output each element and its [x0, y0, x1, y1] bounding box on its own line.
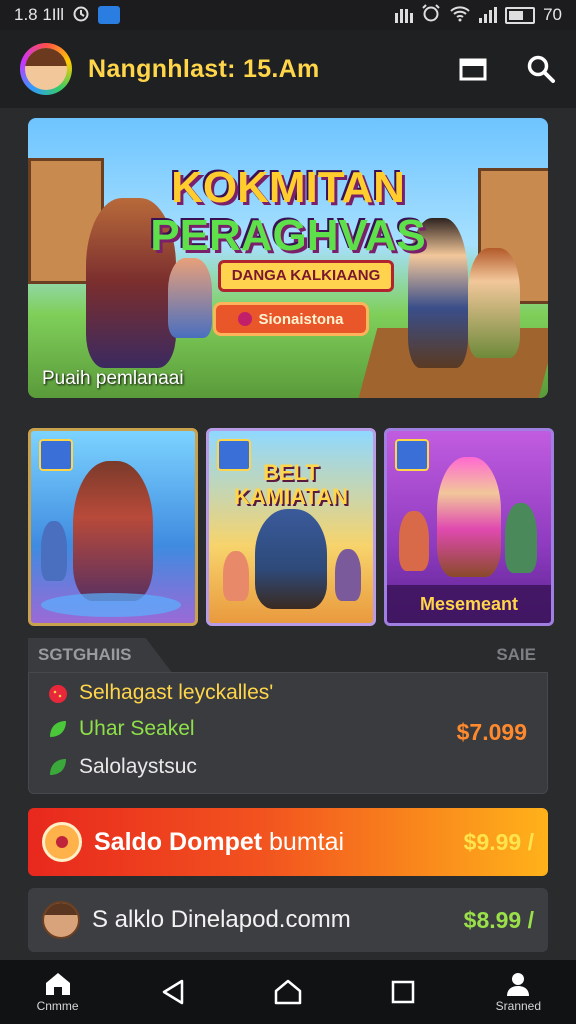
- wallet-label: Saldo Dompet bumtai: [94, 828, 344, 857]
- status-bar-right: 70: [395, 3, 562, 27]
- nav-profile[interactable]: Sranned: [473, 971, 563, 1013]
- header-actions: [458, 54, 556, 84]
- nav-recents-button[interactable]: [358, 979, 448, 1005]
- app-header: Nangnhlast: 15.Am: [0, 30, 576, 108]
- list-item-label: Selhagast leyckalles': [79, 681, 274, 704]
- leaf-icon: [50, 721, 66, 737]
- nav-home[interactable]: Cnmme: [13, 971, 103, 1013]
- battery-percent: 70: [543, 5, 562, 24]
- viking-warrior-illustration: [255, 509, 327, 609]
- gem-icon: [238, 312, 253, 326]
- strawberry-icon: [49, 685, 67, 703]
- card-badge-icon: [39, 439, 73, 471]
- hero-title-line1: KOKMITAN: [171, 163, 405, 212]
- battery-icon: [505, 6, 536, 24]
- status-bar-left: 1.8 1Ill: [14, 4, 121, 27]
- wifi-icon: [449, 4, 471, 27]
- wallet-price: $9.99 /: [463, 828, 534, 855]
- search-icon: [527, 55, 555, 83]
- wallet-balance-primary[interactable]: Saldo Dompet bumtai $9.99 /: [28, 808, 548, 876]
- folder-icon: [459, 58, 487, 81]
- card-label: Mesemeant: [387, 585, 551, 623]
- leaf-icon: [50, 759, 66, 775]
- wallet-secondary-label: S alklo Dinelapod.comm: [92, 906, 351, 933]
- home-icon: [45, 973, 70, 995]
- profile-avatar[interactable]: [20, 43, 72, 95]
- wallet-label-bold: Saldo Dompet: [94, 827, 263, 856]
- villager-character-illustration: [335, 549, 361, 601]
- hero-caption: Puaih pemlanaai: [42, 368, 184, 389]
- armored-knight-illustration: [73, 461, 153, 601]
- list-item-label: Uhar Seakel: [79, 717, 195, 740]
- hero-subtitle-banner: DANGA KALKIAANG: [218, 260, 394, 292]
- page-title: Nangnhlast: 15.Am: [88, 54, 320, 83]
- offers-list: Selhagast leyckalles' Uhar Seakel Salola…: [28, 672, 548, 794]
- recents-square-icon: [391, 980, 415, 1004]
- game-card-3[interactable]: Mesemeant: [384, 428, 554, 626]
- search-button[interactable]: [526, 54, 556, 84]
- profile-icon: [507, 973, 530, 996]
- coin-icon: [42, 822, 82, 862]
- app-notification-icon: [98, 6, 121, 24]
- game-card-2[interactable]: BELT KAMIATAN: [206, 428, 376, 626]
- background-character-illustration: [41, 521, 67, 581]
- status-bar: 1.8 1Ill 70: [0, 0, 576, 30]
- wallet-secondary-price: $8.99 /: [463, 906, 534, 933]
- card-headline: BELT KAMIATAN: [233, 460, 349, 509]
- character-avatar-icon: [42, 901, 80, 939]
- companion-character-illustration: [468, 248, 520, 358]
- hero-cta-label: Sionaistona: [258, 310, 344, 328]
- wallet-label-rest: bumtai: [269, 827, 345, 856]
- avatar-face: [25, 48, 67, 90]
- list-item[interactable]: Selhagast leyckalles': [47, 681, 273, 705]
- alarm-icon: [72, 4, 90, 27]
- section-right-label[interactable]: SAIE: [496, 645, 548, 665]
- list-item-label: Salolaystsuc: [79, 755, 197, 778]
- hero-banner[interactable]: KOKMITAN PERAGHVAS DANGA KALKIAANG Siona…: [28, 118, 548, 398]
- list-item[interactable]: Uhar Seakel: [47, 717, 195, 741]
- hero-cta-button[interactable]: Sionaistona: [213, 302, 369, 336]
- home-outline-icon: [274, 979, 302, 1005]
- folder-button[interactable]: [458, 54, 488, 84]
- nav-home-label: Cnmme: [36, 999, 79, 1013]
- small-hero-character-illustration: [168, 258, 212, 338]
- wallet-balance-secondary[interactable]: S alklo Dinelapod.comm $8.99 /: [28, 888, 548, 952]
- list-item[interactable]: Salolaystsuc: [47, 755, 197, 779]
- vibrate-icon: [395, 7, 414, 23]
- game-card-1[interactable]: [28, 428, 198, 626]
- child-character-illustration: [223, 551, 249, 601]
- side-character-right-illustration: [505, 503, 537, 573]
- nav-home-button[interactable]: [243, 978, 333, 1006]
- section-header: SGTGHAIIS SAIE: [28, 638, 548, 672]
- alarm-clock-icon: [421, 3, 441, 27]
- signal-icon: [479, 7, 498, 23]
- hero-title-line2: PERAGHVAS: [150, 211, 426, 260]
- side-character-left-illustration: [399, 511, 429, 571]
- list-price: $7.099: [456, 719, 527, 745]
- glowing-floor-illustration: [41, 593, 181, 617]
- pink-hero-illustration: [437, 457, 501, 577]
- bottom-navigation: Cnmme Sranned: [0, 960, 576, 1024]
- status-left-text: 1.8 1Ill: [14, 5, 65, 24]
- back-triangle-icon: [162, 979, 184, 1005]
- nav-back-button[interactable]: [128, 978, 218, 1006]
- nav-profile-label: Sranned: [495, 999, 542, 1013]
- section-tab[interactable]: SGTGHAIIS: [28, 638, 172, 672]
- card-badge-icon: [395, 439, 429, 471]
